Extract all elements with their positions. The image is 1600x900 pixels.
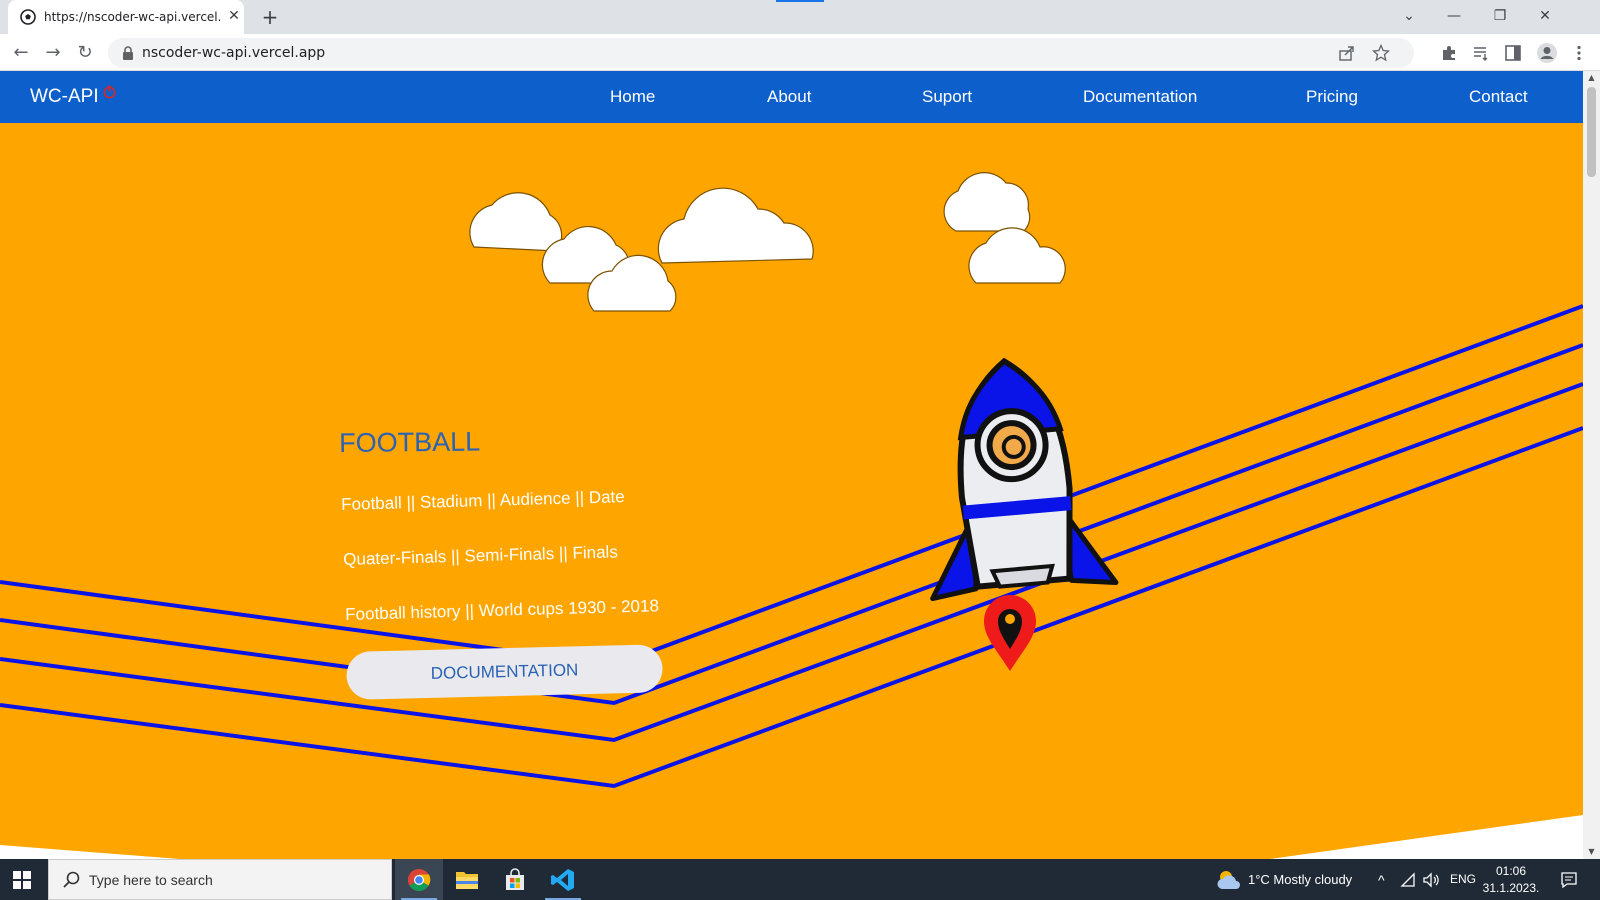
share-icon[interactable]: [1338, 44, 1356, 62]
clock-time: 01:06: [1495, 864, 1527, 878]
clouds-left: [469, 187, 814, 312]
scroll-down-icon[interactable]: ▼: [1583, 845, 1600, 859]
site-navbar: WC-API Home About Suport Documentation P…: [0, 71, 1583, 123]
scroll-up-icon[interactable]: ▲: [1583, 71, 1600, 85]
windows-taskbar: Type here to search 1°C Mostly cloudy ^ …: [0, 859, 1600, 900]
documentation-button[interactable]: DOCUMENTATION: [346, 644, 664, 700]
weather-text[interactable]: 1°C Mostly cloudy: [1248, 872, 1352, 887]
nav-pricing[interactable]: Pricing: [1306, 87, 1358, 107]
taskbar-vscode[interactable]: [539, 859, 587, 900]
hero-illustration: [0, 172, 1583, 859]
taskbar-store[interactable]: [491, 859, 539, 900]
browser-tab[interactable]: https://nscoder-wc-api.vercel.app ✕: [8, 0, 244, 34]
vscode-icon: [551, 869, 574, 891]
chevron-up-icon[interactable]: ^: [1378, 872, 1385, 888]
taskbar-file-explorer[interactable]: [443, 859, 491, 900]
power-icon: [103, 85, 116, 99]
close-tab-icon[interactable]: ✕: [226, 8, 242, 24]
taskbar-search-placeholder: Type here to search: [89, 872, 213, 888]
hero-scene: FOOTBALL Football || Stadium || Audience…: [0, 123, 1583, 859]
restore-button[interactable]: ❐: [1486, 4, 1514, 28]
file-explorer-icon: [456, 872, 478, 889]
tab-title: https://nscoder-wc-api.vercel.app: [44, 10, 220, 24]
scroll-thumb[interactable]: [1587, 87, 1596, 177]
volume-icon[interactable]: [1422, 872, 1440, 888]
hero-title: FOOTBALL: [339, 426, 481, 458]
clock-date: 31.1.2023.: [1482, 881, 1540, 895]
page-viewport: FOOTBALL Football || Stadium || Audience…: [0, 71, 1583, 859]
forward-button[interactable]: →: [40, 40, 66, 66]
nav-contact[interactable]: Contact: [1469, 87, 1528, 107]
profile-icon[interactable]: [1536, 42, 1558, 64]
taskbar-chrome[interactable]: [395, 859, 443, 900]
side-panel-icon[interactable]: [1504, 44, 1522, 62]
tab-search-button[interactable]: ⌄: [1395, 4, 1423, 28]
url-text[interactable]: nscoder-wc-api.vercel.app: [142, 45, 325, 61]
chrome-icon: [408, 869, 431, 891]
taskbar-search-box[interactable]: Type here to search: [48, 859, 392, 900]
notifications-icon[interactable]: [1560, 871, 1578, 889]
nav-suport[interactable]: Suport: [922, 87, 972, 107]
brand-logo[interactable]: WC-API: [30, 86, 99, 108]
search-icon: [63, 871, 80, 888]
clouds-right: [943, 172, 1066, 284]
track-lines: [0, 304, 1583, 789]
taskbar-clock[interactable]: 01:06 31.1.2023.: [1476, 863, 1546, 897]
star-icon[interactable]: [1372, 44, 1390, 62]
close-window-button[interactable]: ✕: [1531, 4, 1559, 28]
tab-strip-indicator: [776, 0, 824, 2]
bottom-wave-left: [0, 845, 180, 859]
page-scrollbar[interactable]: ▲ ▼: [1583, 71, 1600, 859]
new-tab-button[interactable]: +: [258, 5, 282, 29]
address-bar[interactable]: nscoder-wc-api.vercel.app: [108, 38, 1414, 68]
nav-about[interactable]: About: [767, 87, 811, 107]
lock-icon: [123, 46, 133, 60]
extensions-icon[interactable]: [1440, 44, 1458, 62]
bottom-wave-right: [1270, 815, 1583, 859]
reading-list-icon[interactable]: [1472, 44, 1490, 62]
windows-start-icon[interactable]: [12, 870, 32, 890]
soccer-ball-icon: [20, 9, 36, 25]
menu-icon[interactable]: [1570, 44, 1588, 62]
weather-cloudy-icon[interactable]: [1216, 869, 1242, 891]
back-button[interactable]: ←: [8, 40, 34, 66]
reload-button[interactable]: ↻: [72, 40, 98, 66]
browser-tab-bar: https://nscoder-wc-api.vercel.app ✕ + ⌄ …: [0, 0, 1600, 34]
language-indicator[interactable]: ENG: [1450, 872, 1476, 886]
store-icon: [506, 868, 524, 890]
minimize-button[interactable]: —: [1440, 4, 1468, 28]
map-pin: [984, 595, 1036, 671]
nav-documentation[interactable]: Documentation: [1083, 87, 1197, 107]
browser-toolbar: ← → ↻ nscoder-wc-api.vercel.app: [0, 34, 1600, 71]
network-icon[interactable]: [1400, 872, 1416, 888]
rocket: [930, 357, 1119, 602]
nav-home[interactable]: Home: [610, 87, 655, 107]
